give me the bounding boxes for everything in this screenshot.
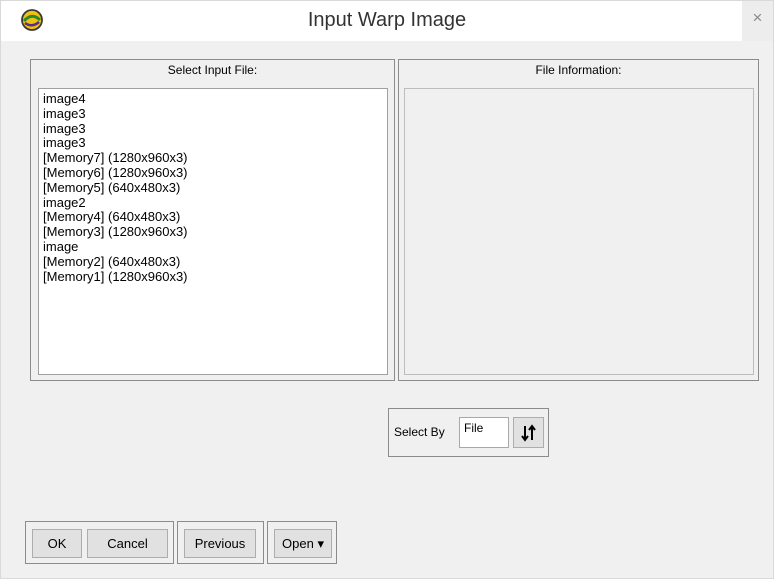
open-button[interactable]: Open ▾ [274,529,332,558]
file-information-panel [404,88,754,375]
input-file-header: Select Input File: [167,63,258,77]
chevron-down-icon: ▾ [317,536,324,551]
file-information-group: File Information: [398,59,759,381]
ok-button[interactable]: OK [32,529,82,558]
file-list-item[interactable]: [Memory5] (640x480x3) [43,180,383,196]
previous-group: Previous [177,521,264,564]
cancel-button[interactable]: Cancel [87,529,168,558]
select-by-group: Select By File [388,408,549,457]
select-by-field[interactable]: File [459,417,509,448]
file-list-item[interactable]: image2 [43,195,383,211]
file-list-item[interactable]: [Memory3] (1280x960x3) [43,224,383,240]
select-by-label: Select By [394,425,445,439]
file-list-item[interactable]: image [43,239,383,255]
file-list-item[interactable]: [Memory7] (1280x960x3) [43,150,383,166]
input-file-group: Select Input File: image4 image3 image3 ima… [30,59,395,381]
file-list-item[interactable]: image3 [43,121,383,137]
file-list-item[interactable]: image3 [43,136,383,151]
dialog-window: Input Warp Image × Select Input File: im… [0,0,774,579]
close-icon: × [752,8,763,27]
file-list-item[interactable]: [Memory6] (1280x960x3) [43,165,383,181]
title-bar[interactable]: Input Warp Image × [1,1,773,41]
file-information-header: File Information: [535,63,622,77]
window-title: Input Warp Image [307,9,467,31]
close-button[interactable]: × [742,1,773,41]
previous-button[interactable]: Previous [184,529,256,558]
ok-cancel-group: OK Cancel [25,521,174,564]
file-list-item[interactable]: image3 [43,106,383,122]
file-list-item[interactable]: image4 [43,91,383,107]
dialog-body: Select Input File: image4 image3 image3 ima… [9,41,766,568]
file-list-item[interactable]: [Memory2] (640x480x3) [43,254,383,270]
open-group: Open ▾ [267,521,337,564]
open-button-label: Open [282,536,314,551]
file-list-item[interactable]: [Memory4] (640x480x3) [43,210,383,225]
file-list-item[interactable]: [Memory1] (1280x960x3) [43,269,383,285]
input-file-list[interactable]: image4 image3 image3 image3 [Memory7] (1280x… [38,88,388,375]
sort-toggle-button[interactable] [513,417,544,448]
